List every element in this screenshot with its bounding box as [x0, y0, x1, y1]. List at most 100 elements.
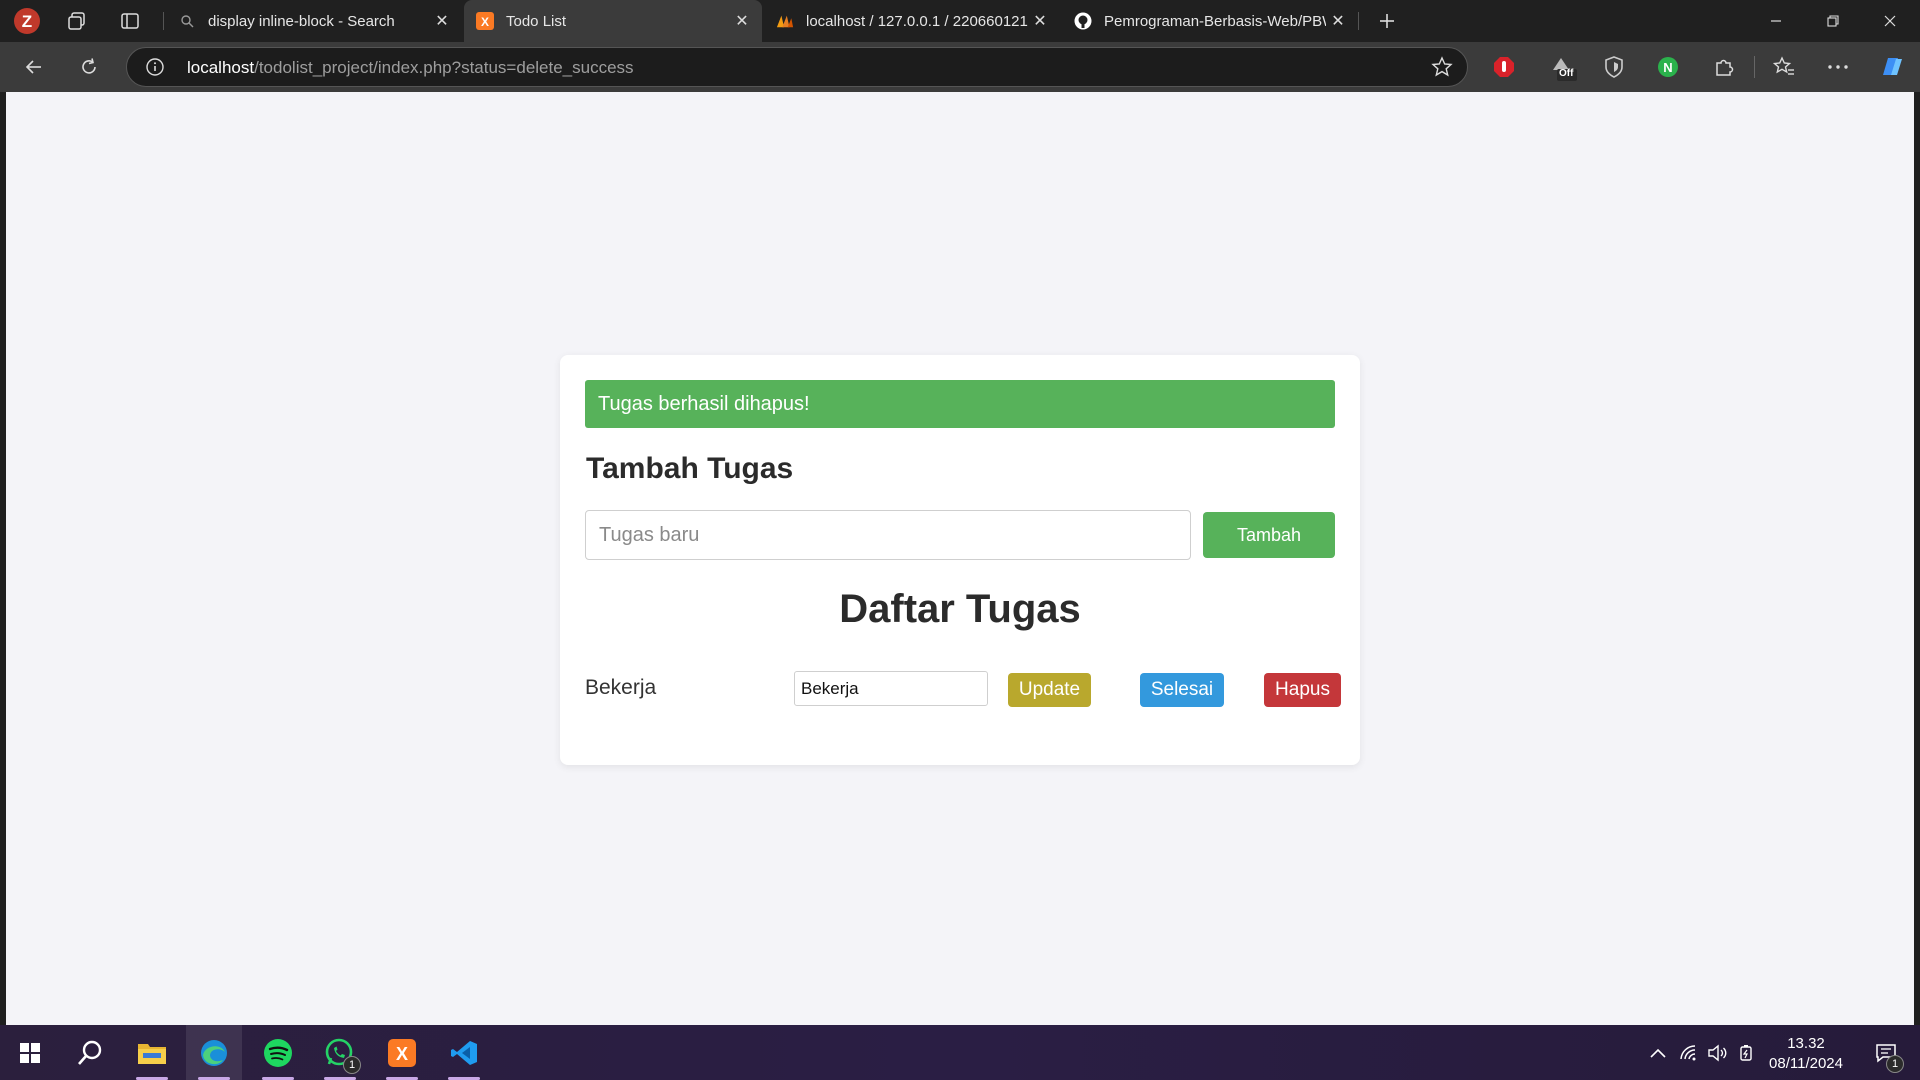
- delete-task-button[interactable]: Hapus: [1264, 673, 1341, 707]
- tab-phpmyadmin[interactable]: localhost / 127.0.0.1 / 220660121 ✕: [764, 0, 1060, 42]
- taskbar-file-explorer[interactable]: [124, 1025, 180, 1080]
- xampp-icon: X: [388, 1038, 416, 1067]
- close-tab-icon[interactable]: ✕: [1028, 9, 1052, 33]
- todo-card: Tugas berhasil dihapus! Tambah Tugas Tam…: [560, 355, 1360, 765]
- extension-shield-button[interactable]: [1598, 51, 1630, 83]
- close-tab-icon[interactable]: ✕: [430, 9, 454, 33]
- close-icon: [1884, 15, 1896, 27]
- refresh-button[interactable]: [73, 51, 105, 83]
- notification-center-button[interactable]: 1: [1866, 1025, 1906, 1080]
- close-tab-icon[interactable]: ✕: [730, 9, 754, 33]
- restore-button[interactable]: [1805, 0, 1861, 42]
- whatsapp-badge: 1: [343, 1056, 361, 1074]
- clock-date: 08/11/2024: [1769, 1055, 1843, 1072]
- svg-text:N: N: [1663, 60, 1672, 75]
- restore-icon: [1827, 15, 1839, 27]
- windows-logo-icon: [20, 1042, 40, 1063]
- back-button[interactable]: [18, 51, 50, 83]
- task-label: Bekerja: [585, 676, 657, 699]
- battery-icon: [1740, 1044, 1752, 1061]
- extension-badge: Off: [1559, 68, 1574, 79]
- tab-separator: [163, 12, 164, 30]
- svg-text:X: X: [396, 1044, 408, 1064]
- minimize-button[interactable]: [1748, 0, 1804, 42]
- tab-separator: [1358, 12, 1359, 30]
- back-arrow-icon: [25, 60, 41, 74]
- browser-toolbar: localhost/todolist_project/index.php?sta…: [0, 42, 1920, 92]
- favorites-list-icon: [1773, 56, 1794, 75]
- complete-task-button[interactable]: Selesai: [1140, 673, 1224, 707]
- vertical-tabs-button[interactable]: [115, 6, 145, 36]
- puzzle-icon: [1716, 59, 1734, 76]
- close-window-button[interactable]: [1862, 0, 1918, 42]
- clock[interactable]: 13.32 08/11/2024: [1756, 1034, 1856, 1074]
- start-button[interactable]: [2, 1025, 58, 1080]
- more-dots-icon: [1828, 65, 1848, 69]
- tab-title: Todo List: [506, 12, 567, 30]
- extension-n-button[interactable]: N: [1652, 51, 1684, 83]
- tab-title: Pemrograman-Berbasis-Web/PBW: [1104, 12, 1326, 30]
- task-edit-input[interactable]: [794, 671, 988, 706]
- notification-badge: 1: [1886, 1055, 1904, 1073]
- workspaces-icon: [68, 12, 85, 30]
- tab-title: display inline-block - Search: [208, 12, 395, 30]
- svg-text:Z: Z: [22, 12, 32, 31]
- copilot-button[interactable]: [1876, 51, 1908, 83]
- tab-actions-icon: [121, 13, 139, 29]
- taskbar-xampp[interactable]: X: [374, 1025, 430, 1080]
- adblock-stop-icon: [1494, 57, 1514, 77]
- taskbar-spotify[interactable]: [250, 1025, 306, 1080]
- add-task-button[interactable]: Tambah: [1203, 512, 1335, 558]
- taskbar-whatsapp[interactable]: 1: [312, 1025, 368, 1080]
- update-task-button[interactable]: Update: [1008, 673, 1091, 707]
- spotify-icon: [264, 1038, 292, 1067]
- shield-icon: [1605, 56, 1623, 78]
- page-viewport: Tugas berhasil dihapus! Tambah Tugas Tam…: [6, 92, 1914, 1025]
- vscode-icon: [451, 1040, 477, 1065]
- copilot-icon: [1883, 58, 1902, 75]
- clock-time: 13.32: [1787, 1035, 1825, 1052]
- tab-search[interactable]: display inline-block - Search ✕: [166, 0, 462, 42]
- show-hidden-icons-button[interactable]: [1644, 1025, 1672, 1080]
- url-text: localhost/todolist_project/index.php?sta…: [187, 58, 634, 78]
- taskbar-edge[interactable]: [186, 1025, 242, 1080]
- edge-icon: [201, 1039, 227, 1066]
- speaker-icon: [1708, 1044, 1727, 1061]
- xampp-icon: X: [476, 12, 494, 30]
- extensions-button[interactable]: [1708, 51, 1740, 83]
- minimize-icon: [1771, 20, 1781, 22]
- browser-tab-strip: Z display inline-block - Search ✕ X Todo…: [0, 0, 1920, 42]
- tab-title: localhost / 127.0.0.1 / 220660121: [806, 12, 1028, 30]
- new-task-input[interactable]: [585, 510, 1191, 560]
- url-path: /todolist_project/index.php?status=delet…: [254, 58, 634, 77]
- extension-adblock-button[interactable]: [1488, 51, 1520, 83]
- address-bar[interactable]: localhost/todolist_project/index.php?sta…: [126, 47, 1468, 87]
- close-tab-icon[interactable]: ✕: [1326, 9, 1350, 33]
- search-icon: [178, 12, 196, 30]
- profile-avatar[interactable]: Z: [12, 6, 42, 36]
- url-host: localhost: [187, 58, 255, 77]
- settings-more-button[interactable]: [1822, 51, 1854, 83]
- github-icon: [1074, 12, 1092, 30]
- tab-github[interactable]: Pemrograman-Berbasis-Web/PBW ✕: [1062, 0, 1358, 42]
- plus-icon: [1380, 14, 1394, 28]
- favorites-button[interactable]: [1768, 51, 1800, 83]
- svg-text:X: X: [481, 15, 489, 29]
- tab-todo-list[interactable]: X Todo List ✕: [464, 0, 762, 42]
- toolbar-separator: [1754, 56, 1755, 78]
- extension-off-button[interactable]: Off: [1546, 51, 1578, 83]
- taskbar-vscode[interactable]: [436, 1025, 492, 1080]
- taskbar-search-button[interactable]: [62, 1025, 118, 1080]
- favorite-star-icon[interactable]: [1431, 56, 1453, 78]
- volume-button[interactable]: [1704, 1025, 1730, 1080]
- site-info-icon[interactable]: [145, 57, 165, 77]
- profile-z-icon: Z: [14, 8, 40, 34]
- wifi-icon: [1680, 1044, 1696, 1060]
- chevron-up-icon: [1650, 1048, 1666, 1058]
- network-button[interactable]: [1676, 1025, 1702, 1080]
- workspaces-button[interactable]: [62, 6, 92, 36]
- n-extension-icon: N: [1658, 57, 1678, 77]
- search-icon: [78, 1040, 102, 1065]
- add-task-heading: Tambah Tugas: [586, 452, 794, 485]
- new-tab-button[interactable]: [1372, 6, 1402, 36]
